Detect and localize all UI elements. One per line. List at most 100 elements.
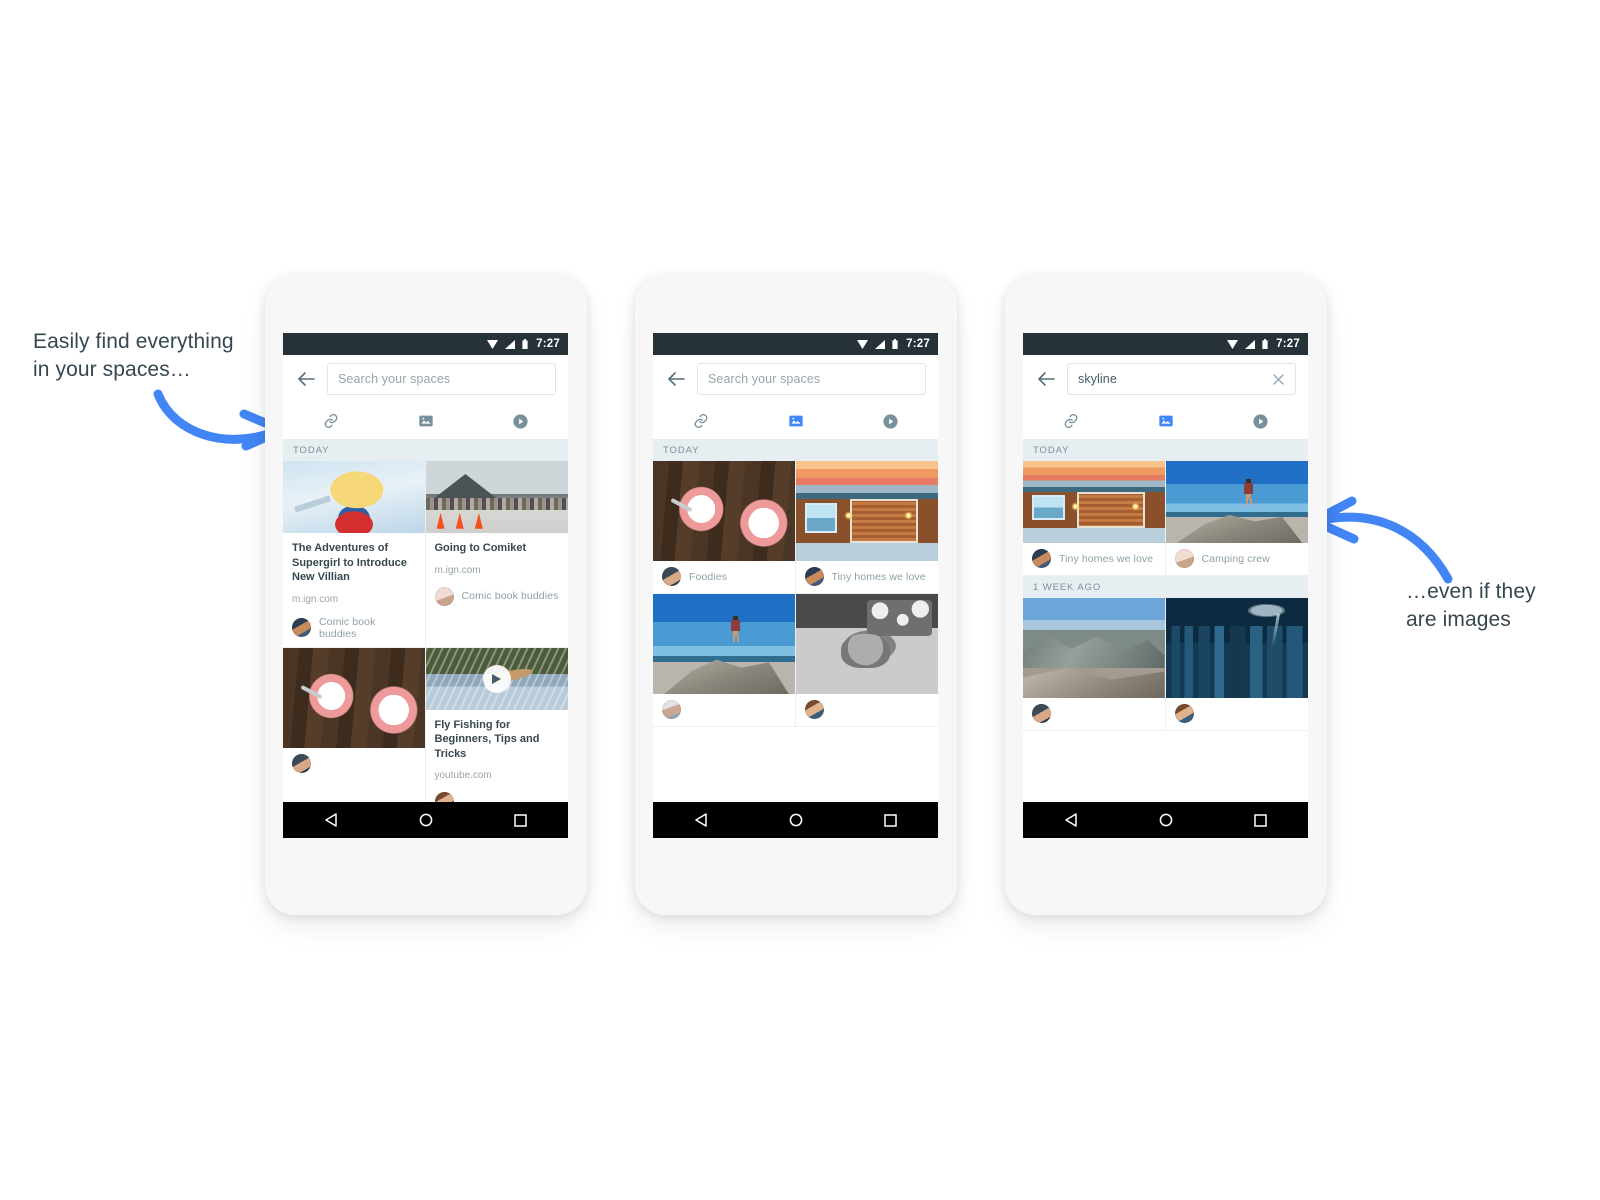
video-icon bbox=[883, 413, 898, 429]
nav-back-button[interactable] bbox=[1051, 802, 1091, 838]
card-item[interactable]: Foodies bbox=[653, 461, 796, 594]
link-icon bbox=[694, 413, 707, 429]
card-title: The Adventures of Supergirl to Introduce… bbox=[292, 542, 407, 584]
signal-icon bbox=[505, 339, 516, 349]
card-item[interactable] bbox=[795, 594, 939, 727]
card-footer[interactable] bbox=[283, 748, 425, 780]
tab-link[interactable] bbox=[1023, 413, 1118, 429]
nav-back-button[interactable] bbox=[681, 802, 721, 838]
card-thumbnail bbox=[1165, 598, 1308, 698]
play-icon[interactable] bbox=[482, 664, 511, 693]
card-thumbnail bbox=[1023, 461, 1165, 543]
status-bar: 7:27 bbox=[283, 333, 568, 355]
avatar bbox=[1174, 704, 1194, 723]
link-icon bbox=[324, 413, 337, 429]
tab-video[interactable] bbox=[473, 413, 568, 430]
nav-recents-button[interactable] bbox=[501, 802, 541, 838]
nav-back-button[interactable] bbox=[311, 802, 351, 838]
section-label: TODAY bbox=[663, 444, 700, 456]
card-thumbnail bbox=[283, 647, 425, 748]
card-thumbnail bbox=[653, 594, 795, 694]
phone-mockup-1: 7:27 Search your spaces TODAY The Advent… bbox=[265, 275, 587, 915]
search-input[interactable]: Search your spaces bbox=[697, 363, 926, 395]
card-footer[interactable]: Comic book buddies bbox=[426, 581, 569, 613]
tab-link[interactable] bbox=[653, 413, 748, 429]
card-thumbnail bbox=[425, 461, 568, 533]
avatar bbox=[292, 753, 311, 773]
space-name: Camping crew bbox=[1201, 552, 1270, 565]
tab-video[interactable] bbox=[1213, 413, 1308, 430]
card-footer[interactable] bbox=[653, 694, 795, 726]
nav-recents-button[interactable] bbox=[871, 802, 911, 838]
card-item[interactable]: Tiny homes we love bbox=[795, 461, 939, 594]
image-icon bbox=[1158, 415, 1173, 427]
card-footer[interactable] bbox=[1023, 698, 1165, 730]
android-nav-bar bbox=[1023, 802, 1308, 838]
card-grid: Tiny homes we love Camping crew bbox=[1023, 461, 1308, 576]
tab-image[interactable] bbox=[1118, 413, 1213, 429]
status-bar-time: 7:27 bbox=[1276, 338, 1300, 350]
search-row: Search your spaces bbox=[283, 355, 568, 403]
back-arrow-icon[interactable] bbox=[1033, 366, 1059, 392]
card-item[interactable]: Camping crew bbox=[1165, 461, 1309, 576]
card-footer[interactable] bbox=[1166, 698, 1309, 730]
card-item[interactable]: Going to Comiket m.ign.com Comic book bu… bbox=[425, 461, 569, 648]
space-name: Comic book buddies bbox=[461, 590, 559, 603]
card-item[interactable]: Tiny homes we love bbox=[1023, 461, 1166, 576]
close-icon[interactable] bbox=[1271, 372, 1285, 386]
search-input[interactable]: skyline bbox=[1067, 363, 1296, 395]
filter-tabs bbox=[653, 403, 938, 439]
tab-image[interactable] bbox=[748, 413, 843, 429]
card-footer[interactable]: Camping crew bbox=[1166, 543, 1309, 575]
card-source: youtube.com bbox=[434, 770, 492, 782]
space-name: Tiny homes we love bbox=[1059, 552, 1154, 565]
card-footer[interactable] bbox=[796, 694, 939, 726]
nav-home-button[interactable] bbox=[1146, 802, 1186, 838]
card-item[interactable]: The Adventures of Supergirl to Introduce… bbox=[283, 461, 426, 648]
search-value: skyline bbox=[1078, 372, 1117, 386]
card-item[interactable] bbox=[283, 647, 426, 820]
phone-2-screen: 7:27 Search your spaces TODAY Foodies Ti… bbox=[653, 333, 938, 838]
back-arrow-icon[interactable] bbox=[663, 366, 689, 392]
android-nav-bar bbox=[283, 802, 568, 838]
screenshot-canvas: Easily find everything in your spaces… …… bbox=[0, 0, 1600, 1200]
card-footer[interactable]: Comic book buddies bbox=[283, 610, 425, 647]
status-bar-time: 7:27 bbox=[536, 338, 560, 350]
card-item[interactable] bbox=[1165, 598, 1309, 731]
battery-icon bbox=[1262, 339, 1268, 349]
link-icon bbox=[1064, 413, 1077, 429]
phone-1-screen: 7:27 Search your spaces TODAY The Advent… bbox=[283, 333, 568, 838]
card-footer[interactable]: Foodies bbox=[653, 561, 795, 593]
card-item[interactable] bbox=[1023, 598, 1166, 731]
card-grid: The Adventures of Supergirl to Introduce… bbox=[283, 461, 569, 820]
search-placeholder: Search your spaces bbox=[338, 372, 451, 386]
card-item[interactable] bbox=[653, 594, 796, 727]
image-icon bbox=[788, 415, 803, 427]
card-footer[interactable]: Tiny homes we love bbox=[796, 561, 939, 593]
back-arrow-icon[interactable] bbox=[293, 366, 319, 392]
nav-recents-button[interactable] bbox=[1241, 802, 1281, 838]
card-thumbnail bbox=[425, 647, 568, 710]
search-input[interactable]: Search your spaces bbox=[327, 363, 556, 395]
section-header-week: 1 WEEK AGO bbox=[1023, 576, 1308, 598]
card-footer[interactable]: Tiny homes we love bbox=[1023, 543, 1165, 575]
card-item[interactable]: Fly Fishing for Beginners, Tips and Tric… bbox=[425, 647, 568, 820]
space-name: Tiny homes we love bbox=[831, 570, 926, 583]
battery-icon bbox=[522, 339, 528, 349]
tab-video[interactable] bbox=[843, 413, 938, 430]
nav-home-button[interactable] bbox=[776, 802, 816, 838]
annotation-right-text: …even if they are images bbox=[1406, 580, 1536, 631]
tab-link[interactable] bbox=[283, 413, 378, 429]
filter-tabs bbox=[283, 403, 568, 439]
tab-image[interactable] bbox=[378, 413, 473, 429]
wifi-icon bbox=[857, 339, 869, 349]
wifi-icon bbox=[487, 339, 499, 349]
nav-home-button[interactable] bbox=[406, 802, 446, 838]
search-row: skyline bbox=[1023, 355, 1308, 403]
video-icon bbox=[1253, 413, 1268, 429]
video-icon bbox=[513, 413, 528, 429]
section-header-today: TODAY bbox=[283, 439, 568, 461]
avatar bbox=[662, 567, 681, 586]
card-thumbnail bbox=[1023, 598, 1165, 698]
avatar bbox=[1032, 704, 1051, 723]
